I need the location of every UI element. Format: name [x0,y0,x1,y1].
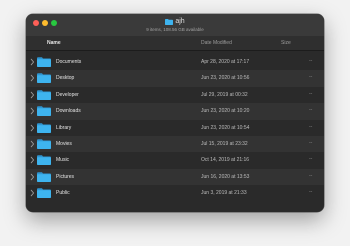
folder-icon [165,18,174,25]
folder-icon [37,139,51,149]
list-item[interactable]: Music Oct 14, 2019 at 21:16 -- [26,152,324,168]
chevron-right-icon[interactable] [30,107,35,115]
date-column-header[interactable]: Date Modified [201,40,232,46]
list-item[interactable]: Public Jun 3, 2019 at 21:33 -- [26,185,324,201]
file-size: -- [309,172,313,179]
file-date-modified: Jun 23, 2020 at 10:20 [201,108,250,115]
file-date-modified: Jun 23, 2020 at 10:54 [201,124,250,131]
file-date-modified: Jul 29, 2019 at 00:32 [201,91,248,98]
file-size: -- [309,123,313,130]
chevron-right-icon[interactable] [30,156,35,164]
file-name: Downloads [56,108,81,115]
list-item[interactable]: Desktop Jun 23, 2020 at 10:56 -- [26,70,324,87]
list-item[interactable]: Movies Jul 15, 2019 at 23:32 -- [26,135,324,153]
chevron-right-icon[interactable] [30,173,35,181]
file-date-modified: Jun 16, 2020 at 13:53 [201,173,250,180]
file-size: -- [309,90,313,97]
file-name: Movies [56,140,72,147]
folder-icon [37,73,51,84]
file-size: -- [309,58,313,64]
folder-icon [37,122,51,133]
file-date-modified: Jun 23, 2020 at 10:56 [201,75,250,82]
window-title: ajh [175,18,185,25]
list-item[interactable]: Developer Jul 29, 2019 at 00:32 -- [26,87,324,103]
file-name: Desktop [56,75,75,82]
folder-icon [37,57,51,67]
file-size: -- [309,189,313,196]
folder-icon [37,188,51,199]
file-size: -- [309,74,313,81]
column-header: Name Date Modified Size [26,36,324,51]
chevron-right-icon[interactable] [30,74,35,82]
file-name: Developer [56,91,79,98]
name-column-header[interactable]: Name [47,40,61,46]
file-date-modified: Jun 3, 2019 at 21:33 [201,190,247,197]
chevron-right-icon[interactable] [30,189,35,197]
finder-window: ajh 9 items, 108.56 GB available Name Da… [26,14,324,212]
file-size: -- [309,107,313,114]
file-name: Library [56,124,72,131]
folder-icon [37,106,51,117]
chevron-right-icon[interactable] [30,124,35,132]
window-title-group: ajh [26,18,324,25]
file-date-modified: Oct 14, 2019 at 21:16 [201,157,250,164]
file-date-modified: Apr 28, 2020 at 17:17 [201,59,250,65]
file-date-modified: Jul 15, 2019 at 23:32 [201,140,248,147]
file-size: -- [309,139,313,146]
chevron-right-icon[interactable] [30,91,35,99]
folder-icon [37,155,51,166]
folder-icon [37,171,51,182]
file-name: Public [56,190,70,197]
window-subtitle: 9 items, 108.56 GB available [146,27,204,32]
chevron-right-icon[interactable] [30,58,35,66]
file-name: Pictures [56,173,75,180]
size-column-header[interactable]: Size [281,40,291,46]
list-item[interactable]: Pictures Jun 16, 2020 at 13:53 -- [26,168,324,186]
file-name: Documents [56,59,82,65]
file-list: Documents Apr 28, 2020 at 17:17 -- Desktop J… [26,54,324,202]
list-item[interactable]: Documents Apr 28, 2020 at 17:17 -- [26,54,324,70]
list-item[interactable]: Downloads Jun 23, 2020 at 10:20 -- [26,103,324,120]
list-item[interactable]: Library Jun 23, 2020 at 10:54 -- [26,120,324,136]
folder-icon [37,90,51,100]
title-bar[interactable]: ajh 9 items, 108.56 GB available [26,14,324,36]
file-size: -- [309,156,313,163]
chevron-right-icon[interactable] [30,140,35,148]
file-name: Music [56,157,70,164]
